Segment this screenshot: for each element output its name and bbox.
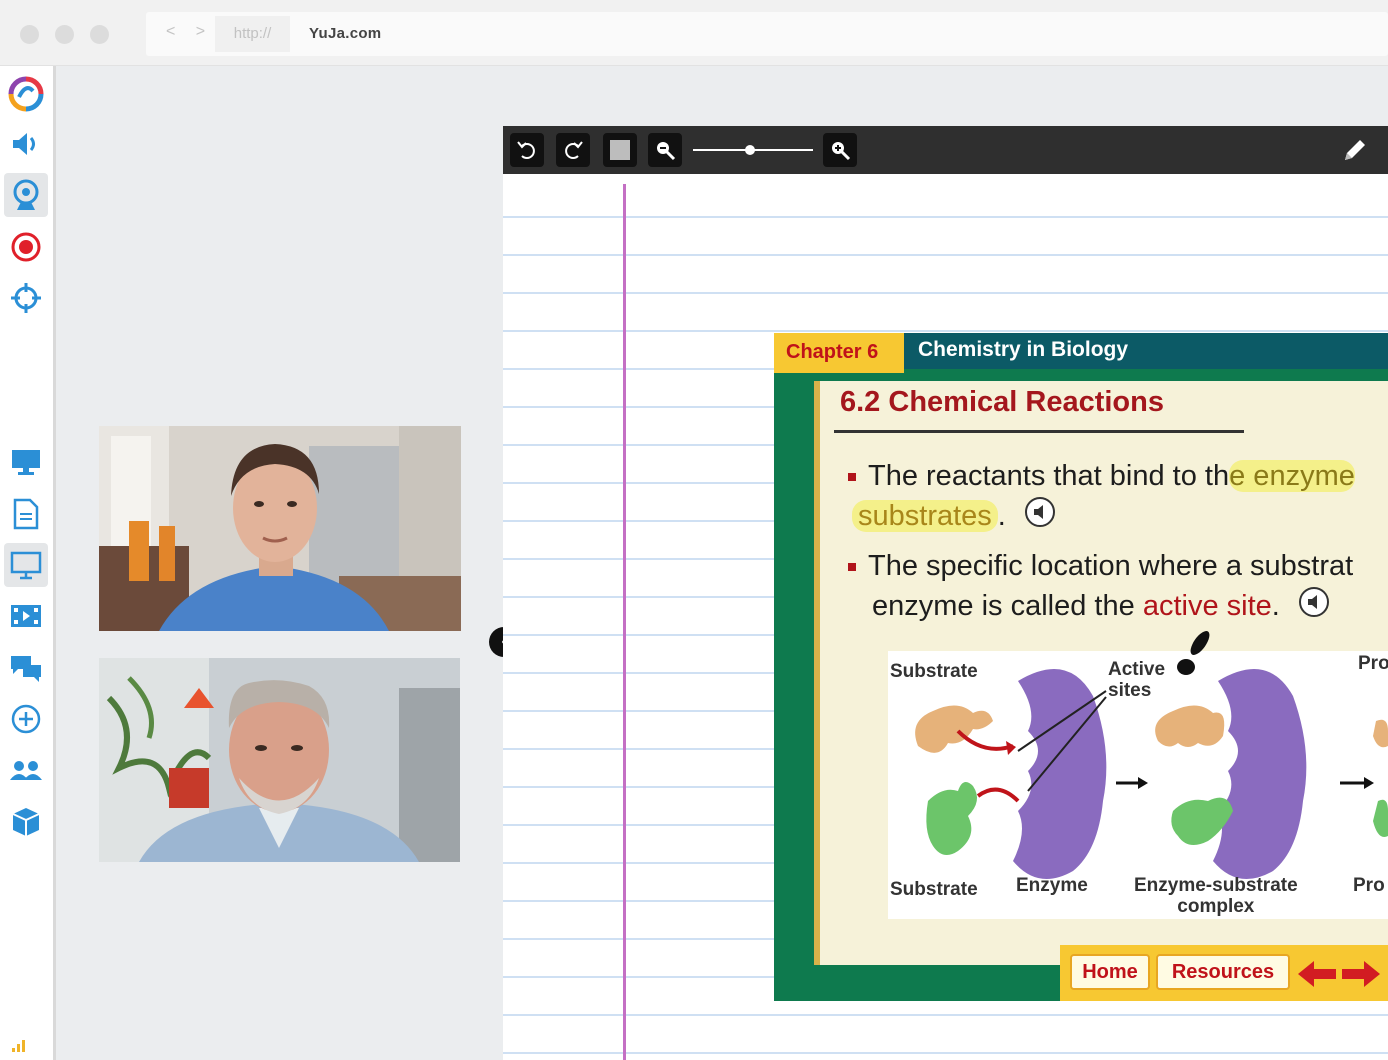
bullet-2-period: . — [1271, 590, 1280, 623]
audio-icon[interactable] — [1024, 496, 1056, 539]
webcam-icon[interactable] — [4, 173, 48, 217]
whiteboard-toolbar — [503, 126, 1388, 174]
zoom-slider[interactable] — [693, 145, 813, 155]
users-icon[interactable] — [4, 749, 48, 793]
window-minimize-dot[interactable] — [55, 25, 74, 44]
bullet-1-highlight: e enzyme — [1229, 460, 1355, 492]
stop-icon[interactable] — [603, 133, 637, 167]
substrate-label-top: Substrate — [890, 661, 978, 682]
bullet-marker — [848, 563, 856, 572]
yuja-logo-icon[interactable] — [4, 72, 48, 116]
active-site-term: active site — [1142, 590, 1272, 623]
cube-icon[interactable] — [4, 800, 48, 844]
bullet-1-line-2: substrates. — [852, 496, 1056, 539]
chapter-title: Chemistry in Biology — [918, 338, 1129, 361]
window-close-dot[interactable] — [20, 25, 39, 44]
bullet-2-line-1: The specific location where a substrat — [848, 546, 1353, 586]
audio-icon[interactable] — [1298, 586, 1330, 629]
left-sidebar — [0, 66, 56, 1060]
browser-nav-arrows[interactable]: < > — [166, 23, 213, 41]
slide-nav-bar: Home Resources — [1060, 945, 1388, 1001]
pencil-icon[interactable] — [1341, 136, 1369, 169]
forward-arrow-icon[interactable] — [1340, 959, 1382, 994]
substrates-highlight: substrates — [852, 500, 998, 533]
bullet-marker — [848, 473, 856, 482]
lecture-slide: Chapter 6 Chemistry in Biology 6.2 Chemi… — [774, 333, 1388, 1001]
participant-video-2[interactable] — [99, 658, 460, 862]
monitor-icon[interactable] — [4, 440, 48, 484]
url-text[interactable]: YuJa.com — [309, 25, 381, 42]
section-title: 6.2 Chemical Reactions — [840, 386, 1164, 418]
products-label-top: Pro — [1358, 653, 1388, 674]
presentation-icon[interactable] — [4, 543, 48, 587]
resources-button[interactable]: Resources — [1156, 954, 1290, 990]
url-protocol: http:// — [215, 16, 290, 52]
back-arrow-icon[interactable] — [1296, 959, 1338, 994]
substrate-label-bottom: Substrate — [890, 879, 978, 900]
title-underline — [834, 430, 1244, 433]
redo-icon[interactable] — [556, 133, 590, 167]
home-button[interactable]: Home — [1070, 954, 1150, 990]
speaker-icon[interactable] — [4, 122, 48, 166]
enzyme-label: Enzyme — [1016, 875, 1088, 896]
paper-margin-line — [623, 184, 626, 1060]
zoom-slider-thumb[interactable] — [745, 145, 755, 155]
enzyme-diagram: Substrate Active sites Pro Substrate Enz… — [888, 631, 1388, 919]
crosshair-icon[interactable] — [4, 276, 48, 320]
active-sites-label: Active sites — [1108, 659, 1166, 701]
bullet-2-text: The specific location where a substrat — [868, 550, 1354, 582]
zoom-in-icon[interactable] — [823, 133, 857, 167]
browser-chrome: < > http:// YuJa.com — [0, 0, 1388, 66]
bullet-1-period: . — [997, 500, 1006, 533]
complex-label: Enzyme-substrate complex — [1134, 875, 1298, 917]
document-icon[interactable] — [4, 492, 48, 536]
record-icon[interactable] — [4, 225, 48, 269]
paintbrush-cursor-icon — [1176, 629, 1216, 686]
zoom-out-icon[interactable] — [648, 133, 682, 167]
window-maximize-dot[interactable] — [90, 25, 109, 44]
products-label-bottom: Pro — [1353, 875, 1385, 896]
bullet-1-line-1: The reactants that bind to the enzyme — [848, 456, 1355, 496]
bullet-2-text-2: enzyme is called the — [872, 590, 1143, 623]
video-icon[interactable] — [4, 594, 48, 638]
participant-video-1[interactable] — [99, 426, 461, 631]
signal-icon — [12, 1038, 28, 1057]
bullet-2-line-2: enzyme is called the active site. — [872, 586, 1330, 629]
chat-icon[interactable] — [4, 646, 48, 690]
chapter-tab: Chapter 6 — [774, 333, 904, 373]
add-icon[interactable] — [4, 697, 48, 741]
undo-icon[interactable] — [510, 133, 544, 167]
bullet-1-text: The reactants that bind to th — [868, 460, 1230, 492]
